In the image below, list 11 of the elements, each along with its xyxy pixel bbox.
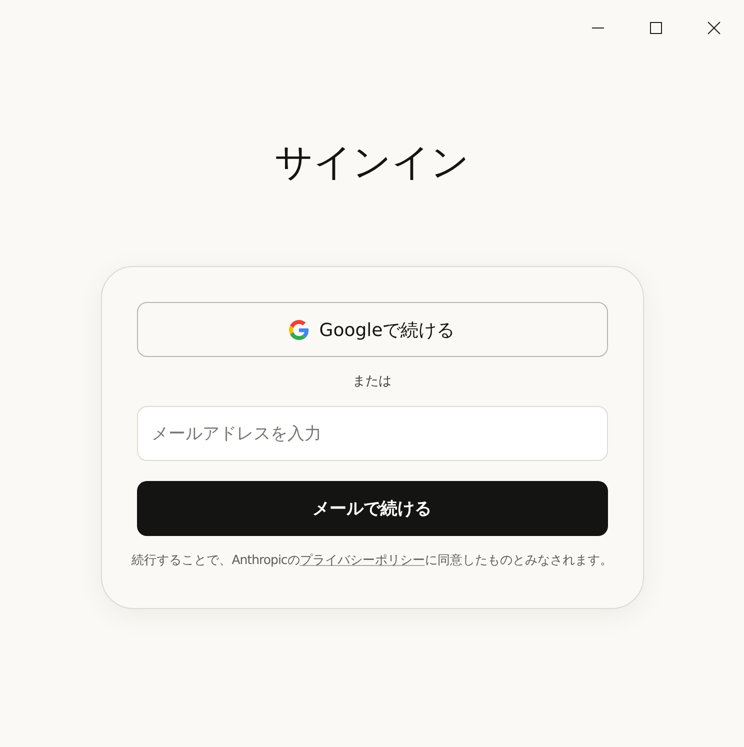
close-icon xyxy=(707,21,721,35)
email-field[interactable]: メールアドレスを入力 xyxy=(136,406,608,461)
maximize-icon xyxy=(649,21,663,35)
privacy-policy-link[interactable]: プライバシーポリシー xyxy=(300,552,425,567)
minimize-icon xyxy=(592,27,604,29)
google-sign-in-button[interactable]: Googleで続ける xyxy=(136,302,608,357)
google-icon xyxy=(289,320,310,340)
terms-text: 続行することで、Anthropicのプライバシーポリシーに同意したものとみなされます。 xyxy=(132,551,612,569)
page-title: サインイン xyxy=(274,141,470,186)
divider-text: または xyxy=(352,373,392,390)
email-continue-button[interactable]: メールで続ける xyxy=(136,481,608,536)
